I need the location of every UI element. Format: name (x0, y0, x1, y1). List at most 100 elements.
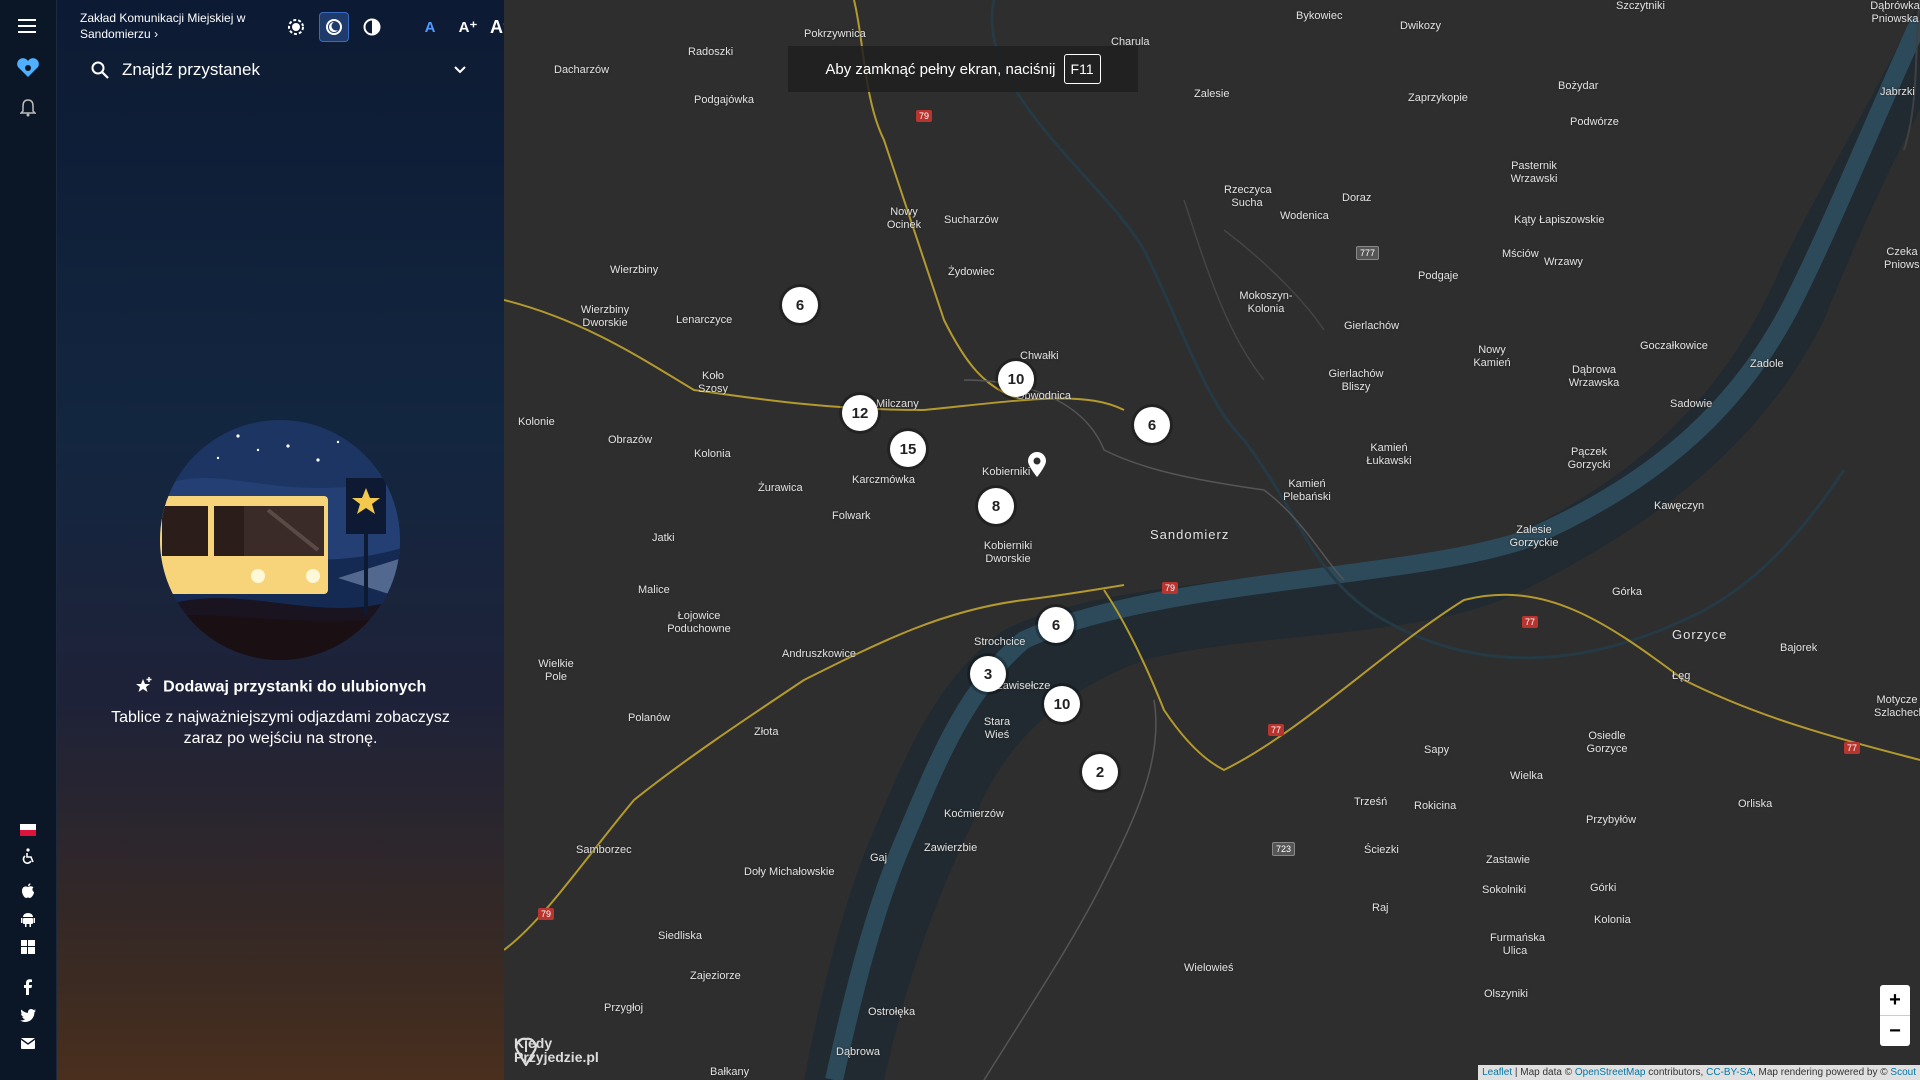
place-label: Łęg (1672, 670, 1691, 682)
place-label: Mokoszyn-Kolonia (1239, 290, 1293, 315)
place-label: Wierzbiny (610, 264, 659, 276)
place-label: Dąbrówka Pniowska (1870, 0, 1920, 25)
agency-name[interactable]: Zakład Komunikacji Miejskiej w Sandomier… (80, 11, 245, 41)
heart-logo-icon[interactable] (0, 48, 56, 88)
place-label: Zajeziorze (690, 970, 741, 982)
place-label: Raj (1372, 902, 1389, 914)
place-label: Ostrołęka (868, 1006, 916, 1018)
place-label: Mściów (1502, 248, 1539, 260)
sidebar-panel: Zakład Komunikacji Miejskiej w Sandomier… (57, 0, 522, 1080)
place-label: Zawisełcze (996, 680, 1051, 692)
place-label: Wielkie Pole (538, 658, 574, 683)
stop-cluster-marker[interactable]: 2 (1082, 754, 1118, 790)
place-label: Trześń (1354, 796, 1388, 808)
dark-theme-icon[interactable] (319, 12, 349, 42)
stop-search[interactable] (80, 52, 480, 88)
place-label: Gorzyce (1672, 627, 1728, 642)
place-label: Podgaje (1418, 270, 1459, 282)
contrast-icon[interactable] (357, 12, 387, 42)
favorites-title-text: Dodawaj przystanki do ulubionych (163, 678, 427, 696)
place-label: Jabrzki (1880, 86, 1915, 98)
stop-cluster-marker[interactable]: 12 (842, 395, 878, 431)
attrib-text: | Map data © (1512, 1067, 1575, 1078)
stop-cluster-marker[interactable]: 6 (1134, 407, 1170, 443)
place-label: Rokicina (1414, 800, 1457, 812)
place-label: Goczałkowice (1640, 340, 1708, 352)
logo-icon (515, 1037, 537, 1066)
place-label: Łojowice Poduchowne (667, 610, 731, 635)
zoom-out-button[interactable]: − (1880, 1016, 1910, 1046)
windows-icon[interactable] (0, 930, 56, 964)
place-label: Przybyłów (1586, 814, 1637, 826)
stop-cluster-marker[interactable]: 15 (890, 431, 926, 467)
stop-cluster-marker[interactable]: 10 (1044, 686, 1080, 722)
scout-link[interactable]: Scout (1890, 1067, 1916, 1078)
fullscreen-hint: Aby zamknąć pełny ekran, naciśnij F11 (788, 46, 1138, 92)
place-label: Czeka Pniowska (1884, 246, 1920, 271)
zoom-in-button[interactable]: + (1880, 985, 1910, 1016)
place-label: Bajorek (1780, 642, 1818, 654)
place-label: Podgajówka (694, 94, 754, 106)
place-label: Kąty Łapiszowskie (1514, 214, 1605, 226)
place-label: Bożydar (1558, 80, 1599, 92)
place-label: Kobierniki Dworskie (983, 540, 1033, 565)
stop-cluster-marker[interactable]: 3 (970, 656, 1006, 692)
place-label: Zadole (1750, 358, 1784, 370)
place-label: Strochcice (974, 636, 1026, 648)
search-icon (80, 61, 120, 79)
place-label: Dwikozy (1400, 20, 1441, 32)
place-label: Górka (1612, 586, 1642, 598)
bell-icon[interactable] (0, 88, 56, 128)
place-label: Zalesie (1194, 88, 1230, 100)
stop-cluster-marker[interactable]: 6 (1038, 607, 1074, 643)
place-label: Nowy Ocinek (886, 206, 922, 231)
stop-cluster-marker[interactable]: 8 (978, 488, 1014, 524)
accessibility-toolbar: A A⁺ A⁺⁺ (281, 12, 522, 42)
place-label: Pokrzywnica (804, 28, 866, 40)
light-theme-icon[interactable] (281, 12, 311, 42)
chevron-down-icon[interactable] (440, 66, 480, 74)
place-label: Stara Wieś (983, 716, 1011, 741)
place-label: Milczany (876, 398, 919, 410)
menu-icon[interactable] (0, 6, 56, 46)
ccbysa-link[interactable]: CC-BY-SA (1706, 1067, 1753, 1078)
place-label: Kobierniki (982, 466, 1031, 478)
left-rail (0, 0, 57, 1080)
place-label: Żydowiec (948, 266, 995, 278)
place-label: Dąbrowa (836, 1046, 881, 1058)
place-label: Andruszkowice (782, 648, 856, 660)
place-label: Sokolniki (1482, 884, 1527, 896)
map-view[interactable]: Pokrzywnica Radoszki Dacharzów Podgajówk… (504, 0, 1920, 1080)
place-label: Siedliska (658, 930, 703, 942)
favorites-illustration (158, 418, 402, 662)
font-normal-button[interactable]: A (415, 12, 445, 42)
mail-icon[interactable] (0, 1026, 56, 1060)
place-label: Zalesie Gorzyckie (1509, 524, 1559, 549)
place-label: Orliska (1738, 798, 1773, 810)
place-label: Gierlachów (1344, 320, 1400, 332)
agency-link[interactable]: Zakład Komunikacji Miejskiej w Sandomier… (80, 10, 265, 42)
accessibility-icon[interactable] (0, 838, 56, 874)
place-label: Kolonia (1594, 914, 1631, 926)
place-label: Doraz (1342, 192, 1372, 204)
place-label: Kawęczyn (1654, 500, 1705, 512)
agency-chevron: › (154, 27, 159, 41)
place-label: Malice (638, 584, 670, 596)
stop-cluster-marker[interactable]: 10 (998, 361, 1034, 397)
leaflet-link[interactable]: Leaflet (1482, 1067, 1512, 1078)
place-label: Bałkany (710, 1066, 750, 1078)
place-label: Sucharzów (944, 214, 999, 226)
search-input[interactable] (120, 59, 440, 81)
place-label: Rzeczyca Sucha (1224, 184, 1272, 209)
place-label: Radoszki (688, 46, 734, 58)
stop-cluster-marker[interactable]: 6 (782, 287, 818, 323)
road-number-label: 77 (1844, 742, 1861, 754)
place-label: Motycze Szlacheckie (1874, 694, 1920, 719)
kiedyprzyjedzie-logo: Kiedy Przyjedzie.pl (514, 1036, 599, 1066)
map-attribution: Leaflet | Map data © OpenStreetMap contr… (1478, 1065, 1920, 1080)
osm-link[interactable]: OpenStreetMap (1575, 1067, 1646, 1078)
font-large-button[interactable]: A⁺ (453, 12, 483, 42)
place-label: Kolonie (518, 416, 555, 428)
place-label: Dacharzów (554, 64, 610, 76)
place-label: Wierzbiny Dworskie (580, 304, 630, 329)
